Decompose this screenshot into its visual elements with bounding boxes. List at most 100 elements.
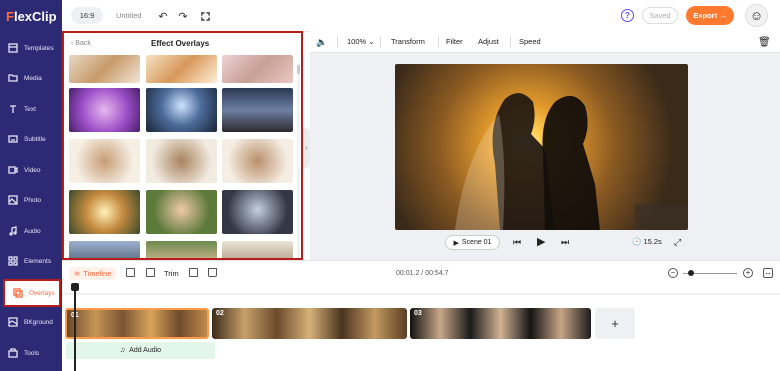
panel-scrollbar[interactable] xyxy=(297,63,300,258)
sidebar-item-overlays[interactable]: Overlays xyxy=(3,279,61,307)
sidebar-item-label: Text xyxy=(24,105,36,113)
saved-status: Saved xyxy=(642,7,678,24)
zoom-out-icon[interactable]: − xyxy=(668,268,678,278)
add-scene-button[interactable]: + xyxy=(595,308,635,339)
clip-label: 03 xyxy=(414,310,422,317)
sidebar-item-elements[interactable]: Elements xyxy=(0,247,62,275)
flexclip-logo[interactable]: FlexClip xyxy=(6,9,57,24)
overlay-thumbnail[interactable] xyxy=(222,55,293,83)
zoom-slider-handle[interactable] xyxy=(688,270,694,276)
sidebar-item-label: Media xyxy=(24,74,42,82)
playhead[interactable] xyxy=(71,283,79,371)
chevron-down-icon: ⌄ xyxy=(368,37,375,46)
effect-overlays-panel: ‹ Back Effect Overlays xyxy=(62,31,303,260)
project-title[interactable]: Untitled xyxy=(116,11,141,20)
scene-clip-02[interactable]: 02 xyxy=(212,308,407,339)
toolbox-icon xyxy=(8,348,18,358)
sidebar-item-audio[interactable]: Audio xyxy=(0,217,62,245)
redo-icon[interactable]: ↷ xyxy=(176,9,190,23)
sidebar-item-bkground[interactable]: BKground xyxy=(0,308,62,336)
video-icon xyxy=(8,166,18,174)
help-icon[interactable]: ? xyxy=(621,9,634,22)
duplicate-frame-icon[interactable] xyxy=(146,268,155,277)
clip-label: 02 xyxy=(216,310,224,317)
preview-area: 🔈 100% ⌄ Transform Filter Adjust Speed 🗑… xyxy=(310,31,780,260)
sidebar-item-label: Video xyxy=(24,166,41,174)
split-icon[interactable] xyxy=(126,268,135,277)
export-button[interactable]: Export → xyxy=(686,6,734,25)
folder-icon xyxy=(8,74,18,82)
overlay-thumbnail[interactable] xyxy=(222,139,293,183)
fullscreen-icon[interactable] xyxy=(198,9,212,23)
aspect-ratio-button[interactable]: 16:9 xyxy=(71,7,103,24)
overlay-thumbnail[interactable] xyxy=(222,241,293,258)
sidebar-item-tools[interactable]: Tools xyxy=(0,339,62,367)
collapse-panel-button[interactable]: ‹ xyxy=(303,128,310,168)
divider xyxy=(380,36,381,48)
zoom-dropdown[interactable]: 100% ⌄ xyxy=(347,37,375,46)
sidebar-item-label: Overlays xyxy=(29,289,55,297)
trash-icon[interactable]: 🗑 xyxy=(758,37,771,48)
divider xyxy=(438,36,439,48)
music-note-icon: ♫ xyxy=(119,347,126,354)
overlay-thumbnail[interactable] xyxy=(69,55,140,83)
timeline-tab[interactable]: ≋ Timeline xyxy=(69,267,117,280)
background-icon xyxy=(8,317,18,327)
top-bar: 16:9 Untitled ↶ ↷ ? Saved Export → ☺ xyxy=(62,0,780,32)
overlays-icon xyxy=(13,288,23,298)
music-note-icon xyxy=(9,226,17,236)
next-icon[interactable]: ⏭ xyxy=(561,237,569,248)
trim-button[interactable]: Trim xyxy=(164,269,179,278)
avatar[interactable]: ☺ xyxy=(745,4,768,27)
overlay-thumbnail[interactable] xyxy=(146,139,217,183)
sidebar-item-photo[interactable]: Photo xyxy=(0,186,62,214)
sidebar-item-subtitle[interactable]: Subtitle xyxy=(0,125,62,153)
speaker-icon[interactable]: 🔈 xyxy=(316,37,327,48)
fit-timeline-icon[interactable]: ↔ xyxy=(763,268,773,278)
overlay-thumbnail[interactable] xyxy=(146,241,217,258)
sidebar-item-label: Tools xyxy=(24,349,40,357)
panel-scrollbar-thumb[interactable] xyxy=(297,65,300,74)
add-audio-button[interactable]: ♫ Add Audio xyxy=(66,342,215,359)
overlay-thumbnail[interactable] xyxy=(69,241,140,258)
timeline-ruler[interactable] xyxy=(62,285,780,295)
sidebar-item-label: Subtitle xyxy=(24,135,46,143)
divider xyxy=(510,36,511,48)
filter-button[interactable]: Filter xyxy=(446,37,463,46)
copy-icon[interactable] xyxy=(189,268,198,277)
transform-button[interactable]: Transform xyxy=(391,37,425,46)
scene-selector[interactable]: ▶ Scene 01 xyxy=(445,235,500,250)
sidebar-item-video[interactable]: Video xyxy=(0,156,62,184)
overlay-thumbnail[interactable] xyxy=(146,88,217,132)
overlay-thumbnail[interactable] xyxy=(222,190,293,234)
scene-clip-01[interactable]: 01 xyxy=(65,308,209,339)
delete-icon[interactable] xyxy=(208,268,217,277)
scene-duration: 🕒 15.2s xyxy=(632,237,662,246)
fullscreen-preview-icon[interactable]: ⤢ xyxy=(674,237,681,248)
timeline-icon: ≋ xyxy=(74,269,81,278)
overlay-thumbnail[interactable] xyxy=(146,190,217,234)
overlay-thumbnail[interactable] xyxy=(69,88,140,132)
sidebar-item-media[interactable]: Media xyxy=(0,64,62,92)
overlay-thumbnail[interactable] xyxy=(222,88,293,132)
undo-icon[interactable]: ↶ xyxy=(156,9,170,23)
sidebar-item-label: Elements xyxy=(24,257,52,265)
panel-title: Effect Overlays xyxy=(151,39,210,48)
text-icon xyxy=(10,105,16,113)
video-preview[interactable] xyxy=(395,64,688,230)
play-icon: ▶ xyxy=(453,239,459,247)
play-button[interactable]: ▶ xyxy=(537,235,545,248)
sidebar-item-templates[interactable]: Templates xyxy=(0,34,62,62)
previous-icon[interactable]: ⏮ xyxy=(513,237,521,248)
overlay-thumbnail[interactable] xyxy=(69,139,140,183)
zoom-in-icon[interactable]: + xyxy=(743,268,753,278)
speed-button[interactable]: Speed xyxy=(519,37,541,46)
clock-icon: 🕒 xyxy=(632,237,642,246)
scene-clip-03[interactable]: 03 xyxy=(410,308,591,339)
timeline: ≋ Timeline Trim 00:01.2 / 00:54.7 − + ↔ … xyxy=(62,260,780,371)
overlay-thumbnail[interactable] xyxy=(146,55,217,83)
back-button[interactable]: ‹ Back xyxy=(71,40,91,47)
adjust-button[interactable]: Adjust xyxy=(478,37,499,46)
overlay-thumbnail[interactable] xyxy=(69,190,140,234)
sidebar-item-text[interactable]: Text xyxy=(0,95,62,123)
